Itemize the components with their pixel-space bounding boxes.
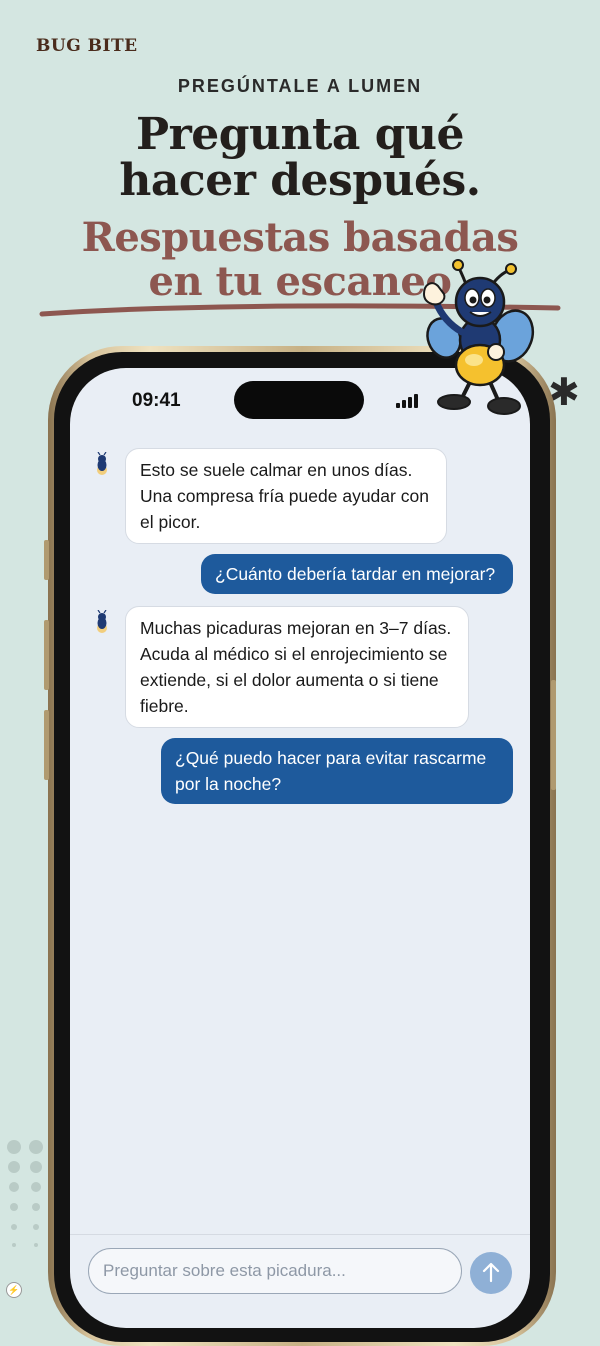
- headline-line-2: hacer después.: [119, 155, 481, 206]
- composer-divider: [70, 1234, 530, 1235]
- status-time: 09:41: [132, 390, 181, 411]
- lumen-avatar-icon: [97, 452, 107, 475]
- user-message-bubble: ¿Cuánto debería tardar en mejorar?: [201, 554, 513, 594]
- eyebrow-title: PREGÚNTALE A LUMEN: [177, 76, 423, 96]
- send-button[interactable]: [470, 1252, 512, 1294]
- signal-icon: [396, 394, 418, 408]
- bot-message-bubble: Muchas picaduras mejoran en 3–7 días. Ac…: [125, 606, 469, 728]
- headline-line-1: Pregunta qué: [136, 109, 464, 160]
- phone-screen: 09:41 Esto se suele calmar en unos días.…: [70, 368, 530, 1328]
- lightning-badge-icon: ⚡: [6, 1282, 22, 1298]
- dynamic-island: [234, 381, 364, 419]
- ask-input[interactable]: [88, 1248, 462, 1294]
- user-message-bubble: ¿Qué puedo hacer para evitar rascarme po…: [161, 738, 513, 804]
- headline: Pregunta qué hacer después.: [0, 112, 600, 204]
- phone-side-button: [44, 710, 49, 780]
- brand-logo: BUG BITE: [36, 36, 138, 56]
- arrow-up-icon: [482, 1262, 500, 1283]
- phone-side-button: [551, 680, 556, 790]
- phone-side-button: [44, 540, 49, 580]
- lumen-mascot-icon: [422, 259, 535, 415]
- bot-message-bubble: Esto se suele calmar en unos días. Una c…: [125, 448, 447, 544]
- phone-side-button: [44, 620, 49, 690]
- lumen-avatar-icon: [97, 610, 107, 633]
- subhead-line-1: Respuestas basadas: [81, 214, 519, 261]
